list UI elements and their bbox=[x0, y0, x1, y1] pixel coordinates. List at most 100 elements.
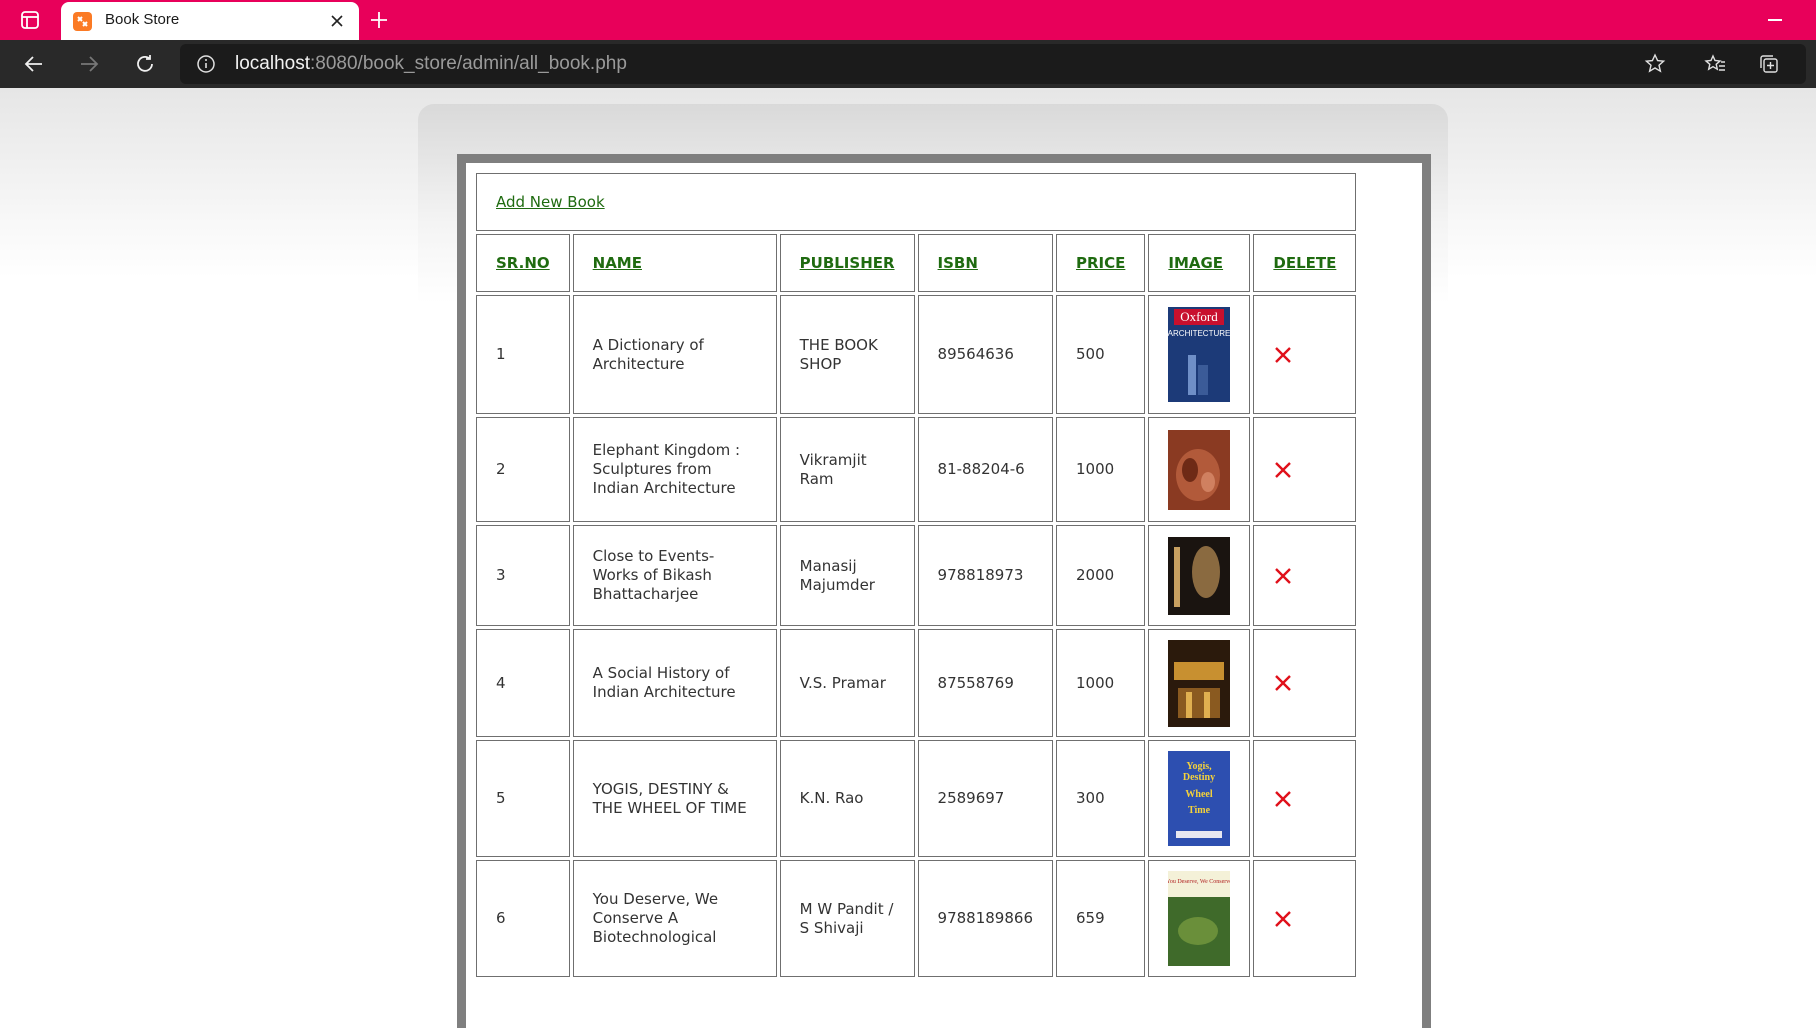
cell-publisher: Manasij Majumder bbox=[779, 525, 915, 626]
cell-image: Oxford ARCHITECTURE bbox=[1148, 295, 1251, 414]
sort-delete-link[interactable]: DELETE bbox=[1273, 254, 1336, 272]
svg-text:Yogis,: Yogis, bbox=[1187, 761, 1213, 772]
table-row: 1 A Dictionary of Architecture THE BOOK … bbox=[476, 295, 1357, 414]
delete-x-icon[interactable] bbox=[1273, 789, 1293, 809]
close-tab-icon[interactable] bbox=[327, 11, 347, 31]
cell-image bbox=[1148, 525, 1251, 626]
add-book-cell: Add New Book bbox=[476, 173, 1357, 231]
book-cover-image: You Deserve, We Conserve bbox=[1168, 871, 1231, 966]
collections-icon[interactable] bbox=[1757, 52, 1781, 76]
column-header-delete: DELETE bbox=[1253, 234, 1357, 292]
cell-srno: 2 bbox=[476, 417, 570, 522]
column-header-publisher: PUBLISHER bbox=[779, 234, 915, 292]
cell-delete bbox=[1253, 629, 1357, 737]
book-cover-image bbox=[1168, 639, 1231, 727]
page-viewport: Add New Book SR.NO NAME PUBLISHER ISBN P… bbox=[0, 88, 1816, 1028]
cell-name: A Dictionary of Architecture bbox=[572, 295, 777, 414]
cell-price: 2000 bbox=[1055, 525, 1146, 626]
sort-srno-link[interactable]: SR.NO bbox=[496, 254, 550, 272]
cell-isbn: 2589697 bbox=[917, 740, 1053, 857]
reload-icon[interactable] bbox=[133, 52, 157, 76]
back-arrow-icon[interactable] bbox=[22, 52, 46, 76]
cell-publisher: M W Pandit / S Shivaji bbox=[779, 860, 915, 977]
book-cover-image: Yogis, Destiny Wheel Time bbox=[1168, 751, 1231, 846]
delete-x-icon[interactable] bbox=[1273, 909, 1293, 929]
table-row: 6 You Deserve, We Conserve A Biotechnolo… bbox=[476, 860, 1357, 977]
sort-isbn-link[interactable]: ISBN bbox=[938, 254, 978, 272]
forward-arrow-icon[interactable] bbox=[77, 52, 101, 76]
sidebar-toggle-icon[interactable] bbox=[20, 10, 40, 30]
table-row: 3 Close to Events-Works of Bikash Bhatta… bbox=[476, 525, 1357, 626]
cell-srno: 3 bbox=[476, 525, 570, 626]
sort-name-link[interactable]: NAME bbox=[593, 254, 642, 272]
cell-srno: 1 bbox=[476, 295, 570, 414]
cell-image bbox=[1148, 417, 1251, 522]
cell-isbn: 9788189866 bbox=[917, 860, 1053, 977]
column-header-image: IMAGE bbox=[1148, 234, 1251, 292]
cell-publisher: K.N. Rao bbox=[779, 740, 915, 857]
book-cover-image bbox=[1168, 536, 1231, 615]
add-new-book-link[interactable]: Add New Book bbox=[496, 193, 605, 211]
cell-image: Yogis, Destiny Wheel Time bbox=[1148, 740, 1251, 857]
cell-isbn: 89564636 bbox=[917, 295, 1053, 414]
delete-x-icon[interactable] bbox=[1273, 673, 1293, 693]
book-cover-image: Oxford ARCHITECTURE bbox=[1168, 307, 1231, 402]
cell-name: YOGIS, DESTINY & THE WHEEL OF TIME bbox=[572, 740, 777, 857]
svg-text:Time: Time bbox=[1188, 805, 1211, 816]
address-bar[interactable]: localhost:8080/book_store/admin/all_book… bbox=[180, 44, 1806, 84]
new-tab-icon[interactable] bbox=[368, 9, 390, 31]
browser-titlebar: Book Store bbox=[0, 0, 1816, 40]
cell-price: 500 bbox=[1055, 295, 1146, 414]
table-header-row: SR.NO NAME PUBLISHER ISBN PRICE IMAGE DE… bbox=[476, 234, 1357, 292]
xampp-favicon-icon bbox=[73, 12, 92, 31]
site-info-icon[interactable] bbox=[196, 54, 216, 74]
column-header-name: NAME bbox=[572, 234, 777, 292]
table-row: 5 YOGIS, DESTINY & THE WHEEL OF TIME K.N… bbox=[476, 740, 1357, 857]
cell-delete bbox=[1253, 417, 1357, 522]
cell-image bbox=[1148, 629, 1251, 737]
sort-publisher-link[interactable]: PUBLISHER bbox=[800, 254, 895, 272]
tab-title: Book Store bbox=[105, 11, 180, 28]
svg-text:You Deserve, We Conserve: You Deserve, We Conserve bbox=[1168, 879, 1230, 885]
url-host: localhost bbox=[235, 53, 310, 74]
table-row: 2 Elephant Kingdom : Sculptures from Ind… bbox=[476, 417, 1357, 522]
books-table: Add New Book SR.NO NAME PUBLISHER ISBN P… bbox=[473, 170, 1359, 980]
cell-publisher: Vikramjit Ram bbox=[779, 417, 915, 522]
svg-text:Oxford: Oxford bbox=[1181, 309, 1219, 324]
delete-x-icon[interactable] bbox=[1273, 345, 1293, 365]
cell-publisher: THE BOOK SHOP bbox=[779, 295, 915, 414]
svg-text:Wheel: Wheel bbox=[1186, 789, 1213, 800]
cell-name: Elephant Kingdom : Sculptures from India… bbox=[572, 417, 777, 522]
svg-text:ARCHITECTURE: ARCHITECTURE bbox=[1168, 329, 1230, 338]
cell-delete bbox=[1253, 860, 1357, 977]
cell-image: You Deserve, We Conserve bbox=[1148, 860, 1251, 977]
cell-price: 1000 bbox=[1055, 629, 1146, 737]
cell-name: You Deserve, We Conserve A Biotechnologi… bbox=[572, 860, 777, 977]
browser-tab[interactable]: Book Store bbox=[61, 2, 359, 40]
column-header-isbn: ISBN bbox=[917, 234, 1053, 292]
cell-srno: 6 bbox=[476, 860, 570, 977]
url-text[interactable]: localhost:8080/book_store/admin/all_book… bbox=[235, 53, 627, 75]
browser-toolbar: localhost:8080/book_store/admin/all_book… bbox=[0, 40, 1816, 88]
cell-isbn: 978818973 bbox=[917, 525, 1053, 626]
cell-delete bbox=[1253, 740, 1357, 857]
cell-srno: 5 bbox=[476, 740, 570, 857]
add-favorite-star-icon[interactable] bbox=[1643, 52, 1667, 76]
favorites-icon[interactable] bbox=[1703, 52, 1727, 76]
sort-image-link[interactable]: IMAGE bbox=[1168, 254, 1223, 272]
cell-srno: 4 bbox=[476, 629, 570, 737]
cell-isbn: 87558769 bbox=[917, 629, 1053, 737]
delete-x-icon[interactable] bbox=[1273, 566, 1293, 586]
cell-name: A Social History of Indian Architecture bbox=[572, 629, 777, 737]
cell-isbn: 81-88204-6 bbox=[917, 417, 1053, 522]
url-path: :8080/book_store/admin/all_book.php bbox=[310, 53, 627, 74]
delete-x-icon[interactable] bbox=[1273, 460, 1293, 480]
column-header-price: PRICE bbox=[1055, 234, 1146, 292]
svg-text:Destiny: Destiny bbox=[1183, 772, 1215, 783]
cell-price: 659 bbox=[1055, 860, 1146, 977]
cell-price: 1000 bbox=[1055, 417, 1146, 522]
column-header-srno: SR.NO bbox=[476, 234, 570, 292]
minimize-window-icon[interactable] bbox=[1768, 19, 1782, 21]
cell-name: Close to Events-Works of Bikash Bhattach… bbox=[572, 525, 777, 626]
sort-price-link[interactable]: PRICE bbox=[1076, 254, 1125, 272]
